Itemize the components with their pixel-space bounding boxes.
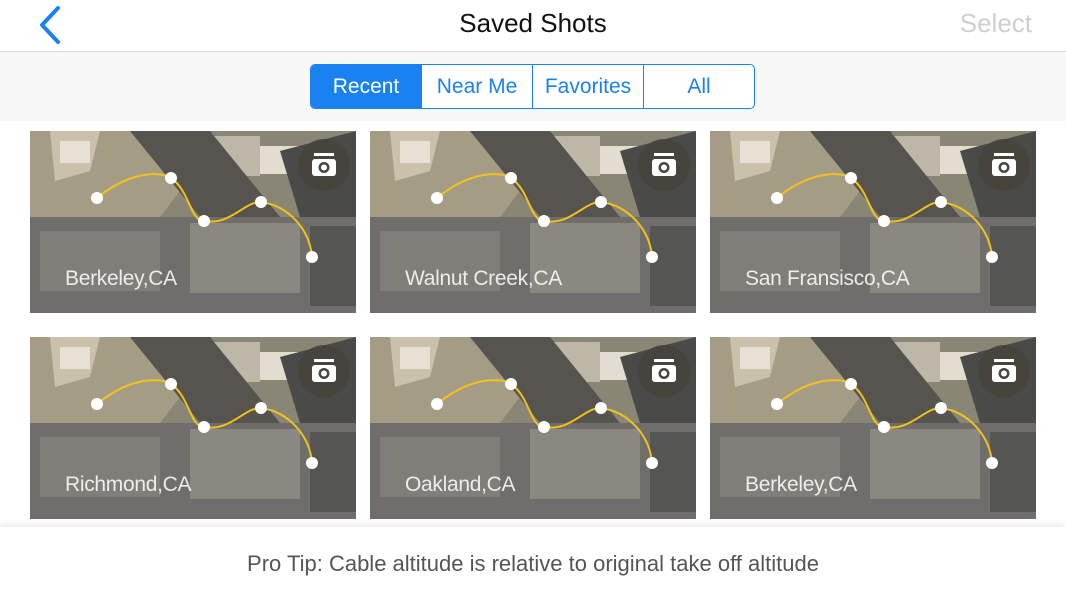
camera-icon — [652, 153, 676, 176]
camera-icon — [312, 153, 336, 176]
camera-button[interactable] — [978, 345, 1030, 397]
shot-location-label: Berkeley,CA — [745, 473, 857, 496]
shot-location-label: Berkeley,CA — [65, 267, 177, 290]
shot-location-label: Oakland,CA — [405, 473, 516, 496]
camera-icon — [992, 153, 1016, 176]
shot-card[interactable]: San Fransisco,CA — [710, 131, 1036, 313]
navigation-bar: Saved Shots Select — [0, 0, 1066, 52]
camera-icon — [652, 359, 676, 382]
shot-card[interactable]: Berkeley,CA — [30, 131, 356, 313]
shot-card[interactable]: Walnut Creek,CA — [370, 131, 696, 313]
segment-favorites[interactable]: Favorites — [532, 65, 643, 108]
camera-button[interactable] — [638, 139, 690, 191]
page-title: Saved Shots — [459, 8, 607, 38]
select-button[interactable]: Select — [960, 8, 1032, 39]
filter-bar: Recent Near Me Favorites All — [0, 52, 1066, 121]
shot-card[interactable]: Richmond,CA — [30, 337, 356, 519]
segment-recent[interactable]: Recent — [311, 65, 421, 108]
camera-button[interactable] — [298, 345, 350, 397]
segment-all[interactable]: All — [643, 65, 754, 108]
camera-button[interactable] — [978, 139, 1030, 191]
shot-location-label: Walnut Creek,CA — [405, 267, 562, 290]
camera-button[interactable] — [298, 139, 350, 191]
pro-tip-bar: Pro Tip: Cable altitude is relative to o… — [0, 527, 1066, 600]
shot-card[interactable]: Berkeley,CA — [710, 337, 1036, 519]
segment-near-me[interactable]: Near Me — [421, 65, 532, 108]
camera-icon — [312, 359, 336, 382]
camera-icon — [992, 359, 1016, 382]
saved-shots-grid: Berkeley,CA Walnut Creek,CA San Fransisc… — [0, 121, 1066, 527]
camera-button[interactable] — [638, 345, 690, 397]
shot-location-label: San Fransisco,CA — [745, 267, 910, 290]
shot-card[interactable]: Oakland,CA — [370, 337, 696, 519]
pro-tip-text: Pro Tip: Cable altitude is relative to o… — [247, 551, 819, 576]
filter-segmented-control: Recent Near Me Favorites All — [310, 64, 755, 109]
shot-location-label: Richmond,CA — [65, 473, 192, 496]
